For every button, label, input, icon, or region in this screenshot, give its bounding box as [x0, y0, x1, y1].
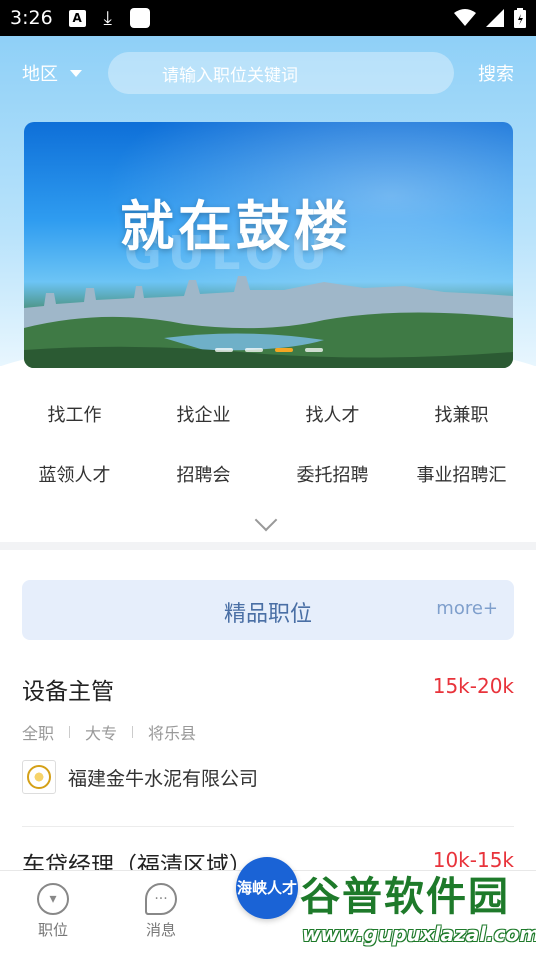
menu-blue-collar[interactable]: 蓝领人才	[10, 444, 139, 504]
top-bar: 地区 请输入职位关键词 搜索	[0, 52, 536, 94]
menu-find-parttime[interactable]: 找兼职	[397, 384, 526, 444]
job-salary: 15k-20k	[432, 674, 514, 698]
tab-messages-label: 消息	[145, 921, 176, 939]
tab-positions[interactable]: ▾ 职位	[18, 883, 88, 940]
region-selector[interactable]: 地区	[22, 60, 82, 86]
notification-a-icon: A	[68, 9, 86, 27]
job-card[interactable]: 设备主管 15k-20k 全职 大专 将乐县 福建金牛水泥有限公司	[22, 672, 514, 812]
carousel-dot[interactable]	[244, 348, 263, 352]
menu-entrusted-recruit[interactable]: 委托招聘	[268, 444, 397, 504]
job-divider	[22, 826, 514, 827]
featured-header: 精品职位 more+	[22, 580, 514, 640]
menu-find-company[interactable]: 找企业	[139, 384, 268, 444]
job-title: 设备主管	[22, 679, 114, 705]
chat-bubble-icon: ···	[145, 883, 177, 915]
tab-positions-label: 职位	[37, 921, 68, 939]
tie-icon: ▾	[37, 883, 69, 915]
watermark-url: www.gupuxlazal.com	[302, 922, 536, 946]
job-tag-education: 大专	[85, 724, 118, 743]
banner-title: 就在鼓楼	[120, 194, 352, 258]
more-link[interactable]: more+	[436, 598, 498, 619]
banner-carousel[interactable]: GULOU 就在鼓楼	[24, 122, 513, 368]
wifi-icon	[454, 9, 476, 26]
job-tag-type: 全职	[22, 724, 55, 743]
job-tag-location: 将乐县	[148, 724, 197, 743]
quick-menu-grid: 找工作 找企业 找人才 找兼职 蓝领人才 招聘会 委托招聘 事业招聘汇	[10, 384, 526, 504]
carousel-dot-active[interactable]	[274, 348, 293, 352]
status-time: 3:26	[10, 7, 53, 29]
search-placeholder: 请输入职位关键词	[162, 65, 298, 86]
city-skyline-image	[24, 276, 513, 368]
job-tags: 全职 大专 将乐县	[22, 720, 196, 744]
menu-public-institution[interactable]: 事业招聘汇	[397, 444, 526, 504]
carousel-dot[interactable]	[304, 348, 323, 352]
watermark-text: 谷普软件园	[300, 874, 510, 920]
chevron-down-icon	[70, 69, 82, 77]
carousel-dot[interactable]	[214, 348, 233, 352]
section-divider	[0, 542, 536, 550]
menu-find-talent[interactable]: 找人才	[268, 384, 397, 444]
expand-chevron-icon[interactable]	[254, 508, 278, 532]
signal-icon	[486, 9, 504, 27]
tab-messages[interactable]: ··· 消息	[126, 883, 196, 940]
center-logo-button[interactable]: 海峡人才	[236, 857, 298, 919]
battery-icon	[514, 8, 526, 28]
carousel-indicator	[24, 348, 513, 352]
menu-job-fair[interactable]: 招聘会	[139, 444, 268, 504]
region-label: 地区	[22, 64, 58, 85]
search-input[interactable]: 请输入职位关键词	[108, 52, 454, 94]
search-button[interactable]: 搜索	[478, 60, 514, 86]
tag-separator	[69, 726, 71, 738]
tag-separator	[132, 726, 134, 738]
company-logo-icon	[22, 760, 56, 794]
app-square-icon	[129, 8, 150, 28]
status-bar: 3:26 A ⤓	[0, 0, 536, 36]
watermark-overlay: 谷普软件园 www.gupuxlazal.com	[296, 862, 536, 954]
download-icon: ⤓	[103, 7, 112, 29]
menu-find-job[interactable]: 找工作	[10, 384, 139, 444]
company-name: 福建金牛水泥有限公司	[68, 767, 259, 790]
job-company: 福建金牛水泥有限公司	[22, 760, 258, 794]
